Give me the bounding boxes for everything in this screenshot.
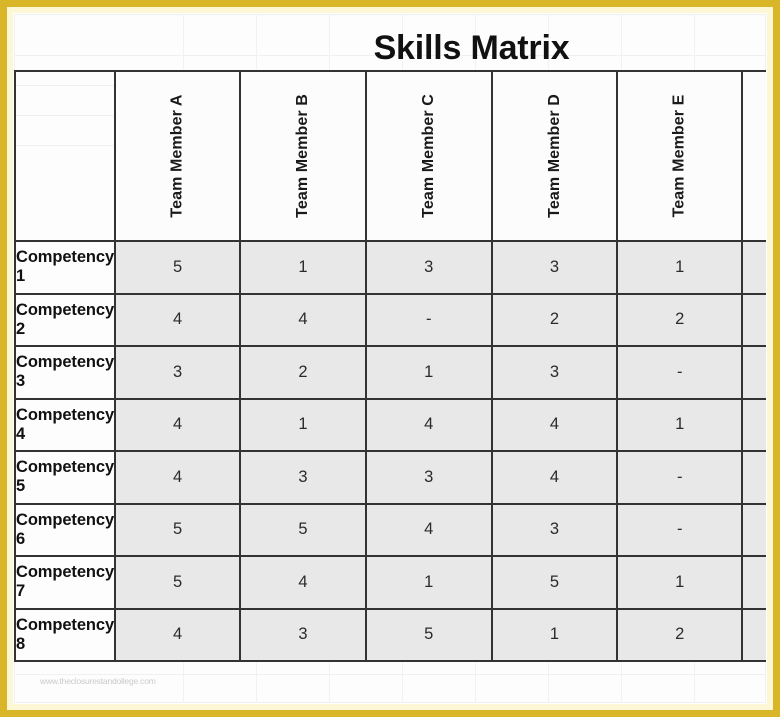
row-header-competency-4: Competency 4 <box>14 397 117 452</box>
column-header-team-member-f: Team Member F <box>741 70 766 242</box>
score-cell: 3 <box>490 345 619 400</box>
column-header-team-member-a: Team Member A <box>114 70 242 242</box>
table-row: Competency 8 4 3 5 1 2 - 4 1 <box>14 607 766 662</box>
score-cell: 4 <box>741 292 766 347</box>
score-cell: - <box>616 502 744 557</box>
row-header-competency-6: Competency 6 <box>14 502 117 557</box>
table-row: Competency 5 4 3 3 4 - 2 1 4 <box>14 450 766 505</box>
score-cell: 3 <box>114 345 242 400</box>
ghost-gridline-h <box>14 14 766 15</box>
source-watermark: www.theclosurestandollege.com <box>40 676 156 686</box>
score-cell: 2 <box>616 607 744 662</box>
score-cell: 2 <box>239 345 367 400</box>
matrix-body: Competency 1 5 1 3 3 1 4 3 2 Competency … <box>14 240 766 662</box>
row-header-competency-8: Competency 8 <box>14 607 117 662</box>
score-cell: 5 <box>114 502 242 557</box>
matrix-header: Team Member A Team Member B Team Member … <box>14 70 766 242</box>
score-cell: 1 <box>616 397 744 452</box>
score-cell: 1 <box>364 555 493 610</box>
page-title: Skills Matrix <box>373 29 570 67</box>
matrix-header-row: Team Member A Team Member B Team Member … <box>14 70 766 242</box>
score-cell: 5 <box>490 555 619 610</box>
row-header-competency-5: Competency 5 <box>14 450 117 505</box>
score-cell: 4 <box>741 240 766 295</box>
score-cell: 5 <box>114 555 242 610</box>
score-cell: 1 <box>239 240 367 295</box>
score-cell: - <box>364 292 493 347</box>
column-header-team-member-e: Team Member E <box>616 70 744 242</box>
column-header-label: Team Member C <box>419 94 437 218</box>
score-cell: 4 <box>114 397 242 452</box>
spreadsheet-surface: Skills Matrix Team Member A Team Member … <box>14 14 766 703</box>
score-cell: - <box>616 345 744 400</box>
screenshot-root: Skills Matrix Team Member A Team Member … <box>0 0 780 717</box>
score-cell: 4 <box>364 502 493 557</box>
score-cell: 2 <box>741 450 766 505</box>
score-cell: 5 <box>364 607 493 662</box>
row-header-competency-3: Competency 3 <box>14 345 117 400</box>
score-cell: 2 <box>490 292 619 347</box>
score-cell: 4 <box>239 292 367 347</box>
score-cell: 3 <box>490 502 619 557</box>
table-row: Competency 7 5 4 1 5 1 3 5 1 <box>14 555 766 610</box>
ghost-gridline-h <box>14 674 766 675</box>
column-header-label: Team Member B <box>294 94 312 218</box>
score-cell: 3 <box>239 607 367 662</box>
score-cell: 4 <box>490 450 619 505</box>
score-cell: 2 <box>741 345 766 400</box>
score-cell: 4 <box>239 555 367 610</box>
score-cell: 2 <box>741 502 766 557</box>
row-header-competency-1: Competency 1 <box>14 240 117 295</box>
table-row: Competency 1 5 1 3 3 1 4 3 2 <box>14 240 766 295</box>
score-cell: 4 <box>364 397 493 452</box>
score-cell: 4 <box>114 292 242 347</box>
row-header-competency-7: Competency 7 <box>14 555 117 610</box>
score-cell: 4 <box>114 450 242 505</box>
score-cell: 4 <box>114 607 242 662</box>
row-header-competency-2: Competency 2 <box>14 292 117 347</box>
score-cell: 3 <box>741 555 766 610</box>
table-row: Competency 3 3 2 1 3 - 2 - 3 <box>14 345 766 400</box>
column-header-team-member-d: Team Member D <box>490 70 619 242</box>
score-cell: - <box>616 450 744 505</box>
score-cell: 1 <box>239 397 367 452</box>
score-cell: 2 <box>616 292 744 347</box>
column-header-team-member-b: Team Member B <box>239 70 367 242</box>
table-row: Competency 4 4 1 4 4 1 4 5 3 <box>14 397 766 452</box>
score-cell: 3 <box>239 450 367 505</box>
column-header-label: Team Member D <box>545 94 563 218</box>
score-cell: 1 <box>364 345 493 400</box>
ghost-gridline-h <box>14 702 766 703</box>
score-cell: 1 <box>490 607 619 662</box>
score-cell: 1 <box>616 555 744 610</box>
score-cell: 4 <box>490 397 619 452</box>
score-cell: 4 <box>741 397 766 452</box>
score-cell: 5 <box>239 502 367 557</box>
table-row: Competency 2 4 4 - 2 2 4 3 4 <box>14 292 766 347</box>
score-cell: - <box>741 607 766 662</box>
score-cell: 3 <box>490 240 619 295</box>
matrix-corner-cell <box>14 70 117 242</box>
score-cell: 5 <box>114 240 242 295</box>
column-header-label: Team Member A <box>168 94 186 218</box>
skills-matrix-table: Team Member A Team Member B Team Member … <box>14 70 766 662</box>
score-cell: 1 <box>616 240 744 295</box>
column-header-team-member-c: Team Member C <box>364 70 493 242</box>
score-cell: 3 <box>364 240 493 295</box>
column-header-label: Team Member E <box>670 94 688 218</box>
score-cell: 3 <box>364 450 493 505</box>
table-row: Competency 6 5 5 4 3 - 2 3 5 <box>14 502 766 557</box>
